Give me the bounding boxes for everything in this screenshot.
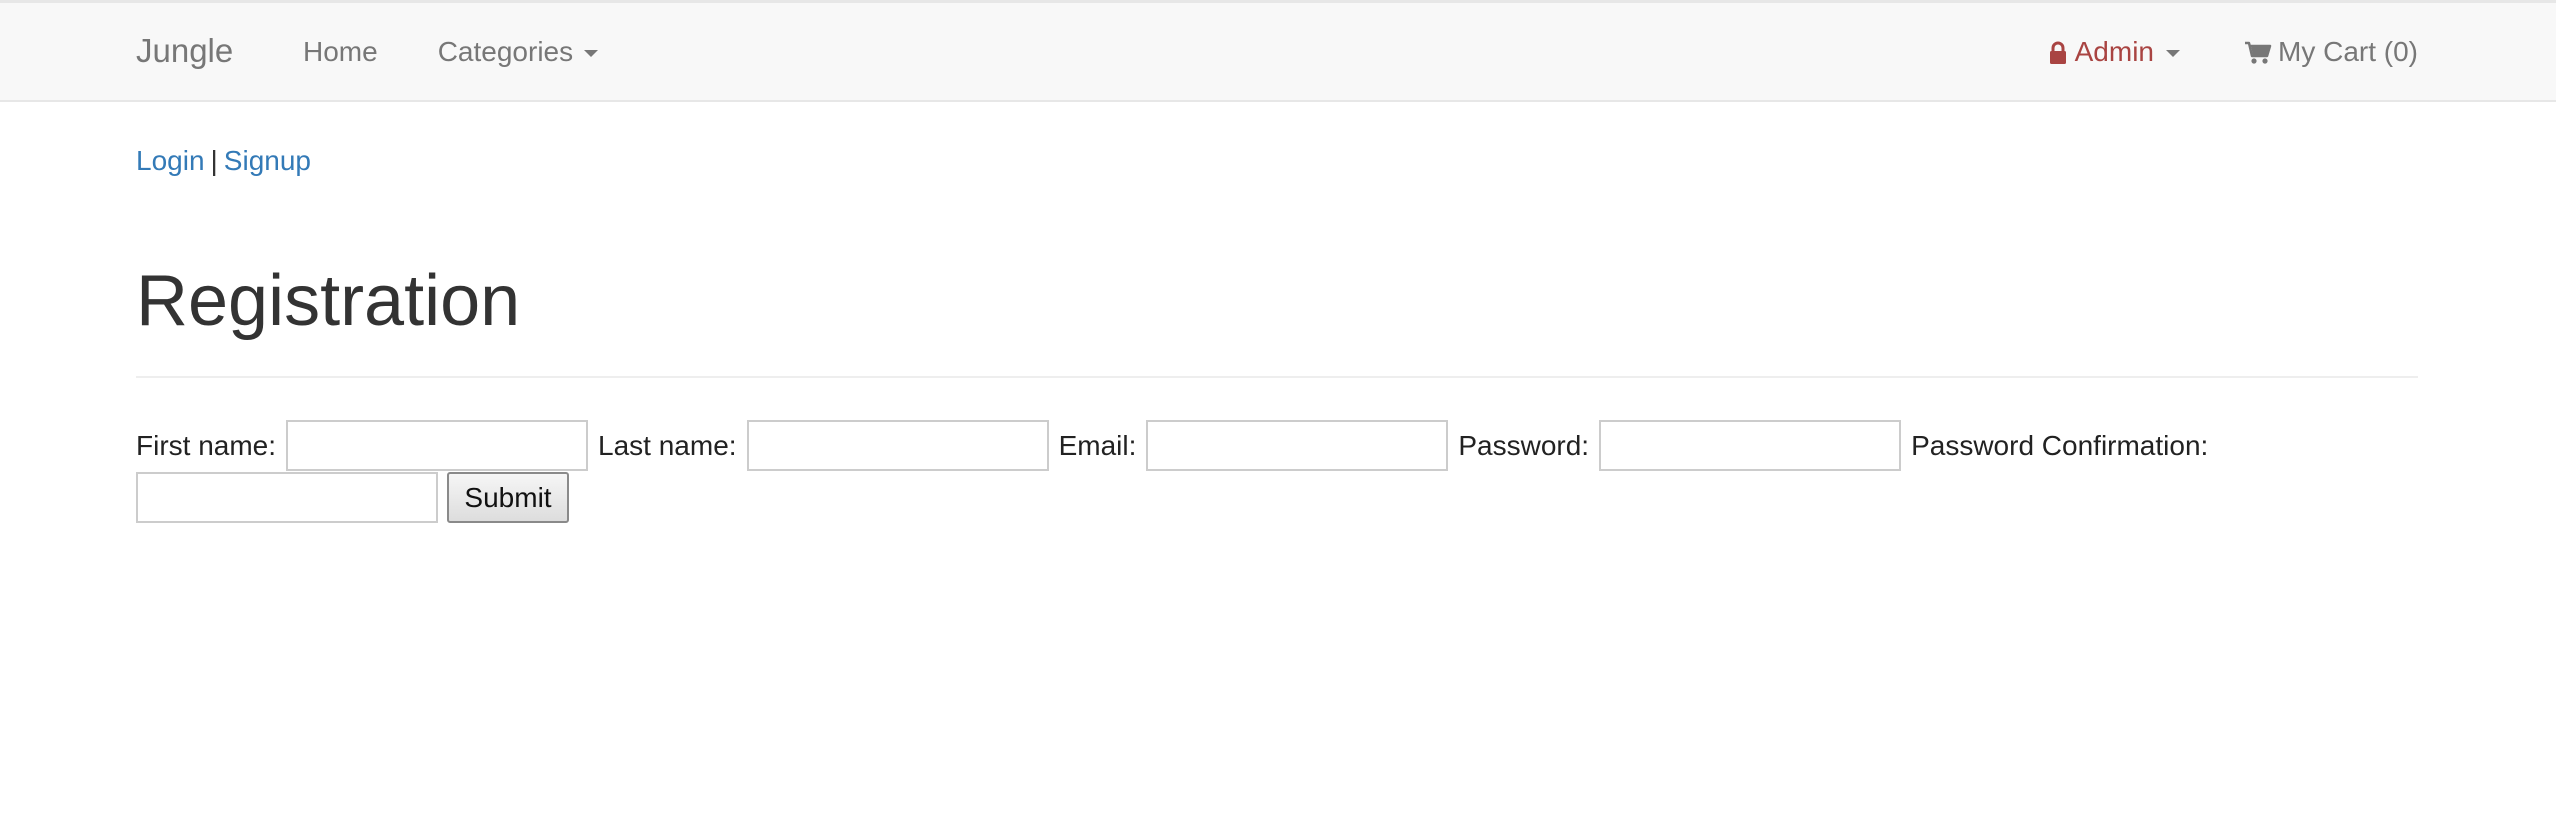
nav-right: Admin My Cart (0) — [2049, 3, 2418, 100]
nav-categories-label: Categories — [437, 35, 574, 67]
admin-dropdown[interactable]: Admin — [2049, 36, 2180, 68]
page-header: Registration — [136, 262, 2418, 378]
password-input[interactable] — [1599, 420, 1902, 471]
my-cart-link[interactable]: My Cart (0) — [2244, 36, 2418, 68]
form-row-1: First name: Last name: Email: Password: … — [136, 420, 2218, 471]
login-link[interactable]: Login — [136, 145, 205, 176]
first-name-label: First name: — [136, 429, 277, 461]
password-confirmation-input[interactable] — [136, 472, 438, 523]
lock-icon — [2049, 40, 2067, 64]
admin-label: Admin — [2074, 35, 2154, 67]
nav-categories-dropdown[interactable]: Categories — [437, 35, 599, 68]
last-name-label: Last name: — [598, 429, 737, 461]
caret-down-icon — [2166, 49, 2180, 57]
submit-button[interactable]: Submit — [447, 472, 569, 523]
email-input[interactable] — [1146, 420, 1449, 471]
page-title: Registration — [136, 261, 521, 341]
email-label: Email: — [1058, 429, 1137, 461]
nav-home-link[interactable]: Home — [303, 36, 378, 68]
auth-separator: | — [210, 145, 218, 176]
navbar-container: Jungle Home Categories Admin My Cart (0) — [136, 3, 2418, 100]
form-row-2: Submit — [136, 472, 569, 523]
first-name-input[interactable] — [286, 420, 589, 471]
nav-left: Home Categories — [303, 3, 599, 100]
caret-down-icon — [584, 49, 599, 57]
brand-link[interactable]: Jungle — [136, 32, 233, 70]
last-name-input[interactable] — [746, 420, 1049, 471]
password-label: Password: — [1458, 429, 1590, 461]
my-cart-label: My Cart (0) — [2278, 35, 2418, 67]
auth-links: Login | Signup — [136, 145, 311, 177]
navbar: Jungle Home Categories Admin My Cart (0) — [0, 0, 2556, 102]
signup-link[interactable]: Signup — [224, 145, 311, 176]
password-confirmation-label: Password Confirmation: — [1911, 429, 2209, 461]
shopping-cart-icon — [2244, 40, 2272, 64]
nav-home-label: Home — [303, 35, 378, 67]
